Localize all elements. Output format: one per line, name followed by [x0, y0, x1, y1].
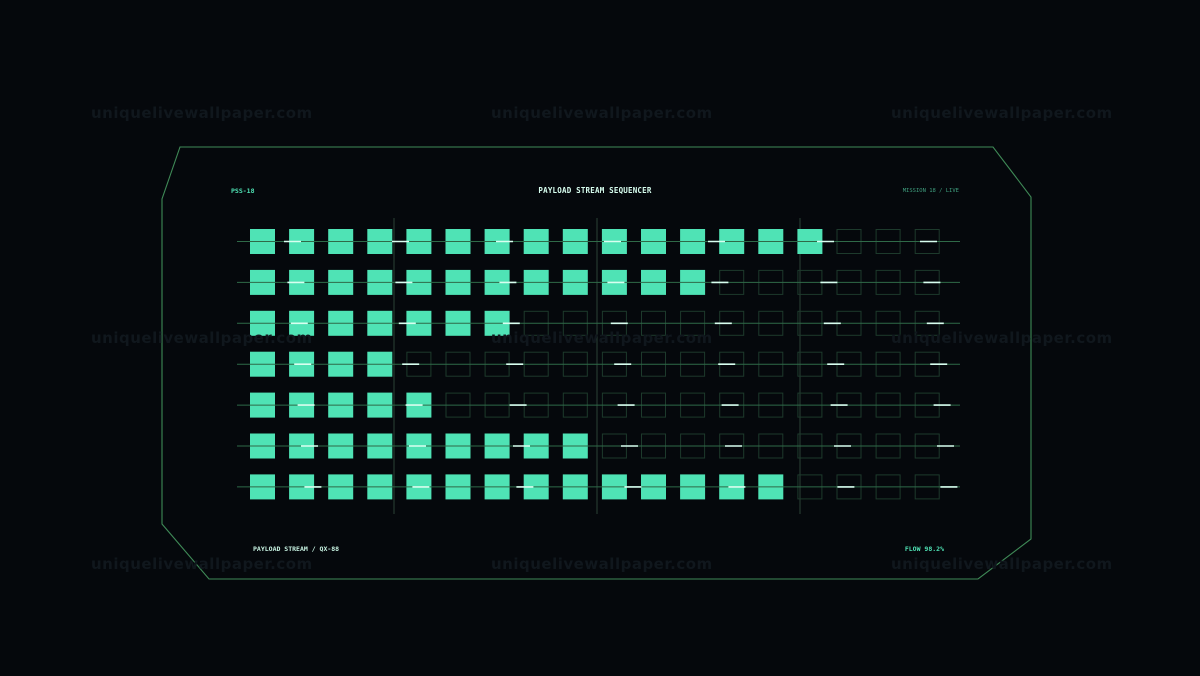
page-title: PAYLOAD STREAM SEQUENCER	[538, 186, 652, 195]
watermark: uniquelivewallpaper.com	[91, 104, 313, 122]
watermark: uniquelivewallpaper.com	[891, 104, 1113, 122]
watermark: uniquelivewallpaper.com	[91, 555, 313, 573]
mission-status-label: MISSION 18 / LIVE	[902, 188, 959, 194]
flow-readout: FLOW 98.2%	[904, 545, 944, 553]
watermark: uniquelivewallpaper.com	[91, 329, 313, 347]
hud-stage: uniquelivewallpaper.com uniquelivewallpa…	[0, 0, 1200, 676]
stream-name-label: PAYLOAD STREAM / QX-88	[253, 545, 340, 553]
watermark: uniquelivewallpaper.com	[891, 555, 1113, 573]
sequencer-grid	[237, 218, 960, 514]
watermark: uniquelivewallpaper.com	[491, 555, 713, 573]
watermark: uniquelivewallpaper.com	[491, 104, 713, 122]
watermark: uniquelivewallpaper.com	[891, 329, 1113, 347]
watermark: uniquelivewallpaper.com	[491, 329, 713, 347]
